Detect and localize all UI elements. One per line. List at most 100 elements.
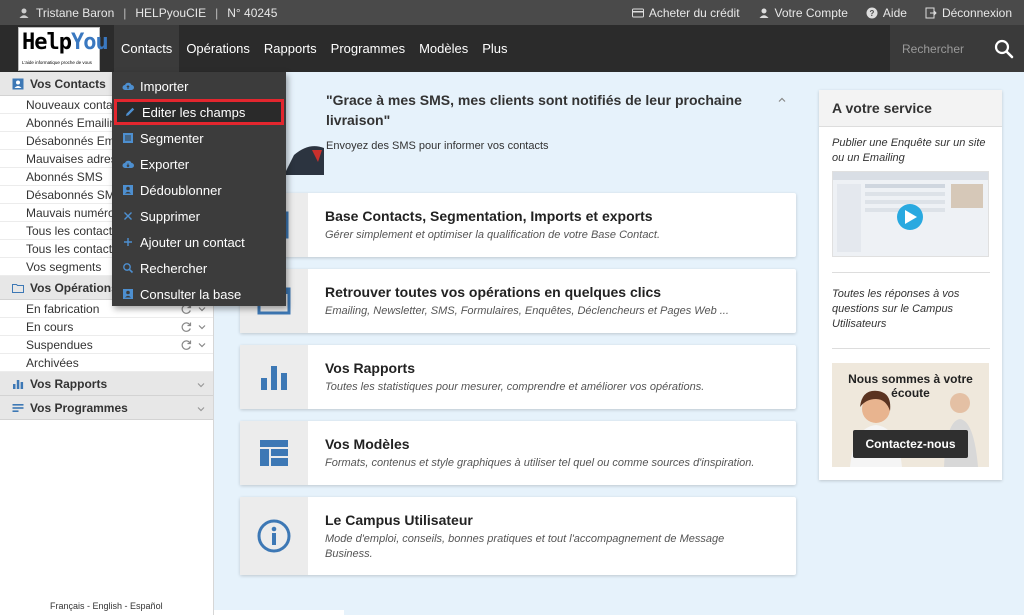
logout-icon: [925, 7, 937, 18]
card-description: Gérer simplement et optimiser la qualifi…: [325, 229, 661, 241]
video-thumbnail[interactable]: [832, 171, 989, 257]
nav-menu: Contacts Opérations Rapports Programmes …: [114, 25, 515, 72]
refresh-icon[interactable]: [180, 321, 192, 333]
search-icon: [123, 263, 134, 274]
nav-operations[interactable]: Opérations: [179, 25, 257, 72]
menu-item-edit-fields[interactable]: Editer les champs: [114, 99, 284, 125]
user-icon: [19, 8, 29, 18]
search-input[interactable]: [890, 25, 990, 72]
card-campus[interactable]: Le Campus Utilisateur Mode d'emploi, con…: [240, 497, 796, 575]
sidebar-item[interactable]: En cours: [0, 318, 213, 336]
promo-banner: "Grace à mes SMS, mes clients sont notif…: [240, 80, 796, 186]
contact-card-icon: [123, 289, 133, 299]
refresh-icon[interactable]: [180, 339, 192, 351]
search-icon[interactable]: [994, 39, 1014, 59]
info-icon: [257, 519, 291, 553]
list-icon: [123, 133, 133, 143]
sidebar-item[interactable]: Suspendues: [0, 336, 213, 354]
card-templates[interactable]: Vos Modèles Formats, contenus et style g…: [240, 421, 796, 485]
lang-french[interactable]: Français: [50, 601, 85, 611]
menu-item-import[interactable]: Importer: [112, 73, 286, 99]
card-description: Mode d'emploi, conseils, bonnes pratique…: [325, 533, 725, 560]
sidebar-section-reports[interactable]: Vos Rapports: [0, 372, 213, 396]
card-title: Vos Rapports: [325, 360, 415, 376]
folder-icon: [12, 283, 24, 293]
campus-link[interactable]: Toutes les réponses à vos questions sur …: [832, 287, 990, 332]
company-name: HELPyouCIE: [135, 5, 207, 20]
card-title: Le Campus Utilisateur: [325, 512, 473, 528]
nav-programmes[interactable]: Programmes: [324, 25, 412, 72]
x-icon: [124, 212, 132, 220]
pencil-icon: [126, 107, 135, 116]
chevron-down-icon: [197, 407, 205, 412]
menu-item-add-contact[interactable]: Ajouter un contact: [112, 229, 286, 255]
help-link[interactable]: ? Aide: [866, 6, 907, 20]
main-content: "Grace à mes SMS, mes clients sont notif…: [214, 72, 1024, 615]
lang-spanish[interactable]: Español: [130, 601, 163, 611]
contact-banner: Nous sommes à votre écoute Contactez-nou…: [832, 363, 989, 467]
menu-item-segment[interactable]: Segmenter: [112, 125, 286, 151]
logo-tagline: L'aide informatique proche de vous: [22, 60, 92, 65]
chevron-down-icon[interactable]: [196, 339, 208, 351]
person-illustration: [284, 146, 324, 175]
bar-chart-icon: [13, 379, 24, 389]
chevron-down-icon: [197, 383, 205, 388]
top-bar: Tristane Baron | HELPyouCIE | N° 40245 A…: [0, 0, 1024, 25]
sidebar-section-programs[interactable]: Vos Programmes: [0, 396, 213, 420]
service-panel: A votre service Publier une Enquête sur …: [819, 90, 1002, 480]
contact-card-icon: [123, 185, 133, 195]
nav-modeles[interactable]: Modèles: [412, 25, 475, 72]
card-description: Emailing, Newsletter, SMS, Formulaires, …: [325, 305, 729, 317]
nav-rapports[interactable]: Rapports: [257, 25, 324, 72]
bottom-strip: [214, 610, 344, 615]
menu-item-delete[interactable]: Supprimer: [112, 203, 286, 229]
separator: |: [123, 5, 127, 20]
card-title: Base Contacts, Segmentation, Imports et …: [325, 208, 653, 224]
user-name: Tristane Baron: [36, 5, 115, 20]
card-description: Toutes les statistiques pour mesurer, co…: [325, 381, 705, 393]
layout-icon: [260, 440, 288, 466]
card-description: Formats, contenus et style graphiques à …: [325, 457, 755, 469]
promo-subtitle: Envoyez des SMS pour informer vos contac…: [326, 140, 549, 152]
chevron-up-icon[interactable]: [776, 94, 788, 106]
lang-english[interactable]: English: [93, 601, 123, 611]
promo-quote: "Grace à mes SMS, mes clients sont notif…: [326, 92, 742, 128]
menu-item-export[interactable]: Exporter: [112, 151, 286, 177]
plus-icon: [124, 238, 132, 246]
language-switcher: Français - English - Español: [50, 601, 163, 611]
contact-title: Nous sommes à votre écoute: [848, 372, 973, 400]
account-number: N° 40245: [227, 5, 278, 20]
video-preview: [833, 172, 988, 252]
your-account-link[interactable]: Votre Compte: [758, 6, 848, 20]
buy-credit-link[interactable]: Acheter du crédit: [631, 6, 740, 20]
menu-item-browse-database[interactable]: Consulter la base: [112, 281, 286, 307]
search-box: [890, 25, 1024, 72]
contacts-dropdown-menu: Importer Editer les champs Segmenter Exp…: [112, 72, 286, 306]
card-title: Retrouver toutes vos opérations en quelq…: [325, 284, 662, 300]
cloud-upload-icon: [122, 82, 134, 90]
cloud-download-icon: [122, 160, 134, 168]
card-contacts[interactable]: Base Contacts, Segmentation, Imports et …: [240, 193, 796, 257]
svg-text:?: ?: [869, 9, 874, 18]
nav-plus[interactable]: Plus: [475, 25, 514, 72]
menu-item-search[interactable]: Rechercher: [112, 255, 286, 281]
sidebar-item[interactable]: Archivées: [0, 354, 213, 372]
card-reports[interactable]: Vos Rapports Toutes les statistiques pou…: [240, 345, 796, 409]
chevron-down-icon[interactable]: [196, 321, 208, 333]
card-operations[interactable]: Retrouver toutes vos opérations en quelq…: [240, 269, 796, 333]
bar-chart-icon: [261, 366, 287, 390]
nav-contacts[interactable]: Contacts: [114, 25, 180, 72]
user-icon: [759, 8, 769, 18]
separator: |: [215, 5, 219, 20]
program-icon: [12, 403, 24, 412]
logo[interactable]: HelpYou L'aide informatique proche de vo…: [18, 27, 109, 71]
card-title: Vos Modèles: [325, 436, 410, 452]
survey-link[interactable]: Publier une Enquête sur un site ou un Em…: [832, 136, 990, 166]
contact-card-icon: [12, 78, 24, 89]
contact-us-button[interactable]: Contactez-nous: [853, 430, 968, 458]
question-icon: ?: [866, 7, 878, 18]
logout-link[interactable]: Déconnexion: [925, 6, 1012, 20]
menu-item-deduplicate[interactable]: Dédoublonner: [112, 177, 286, 203]
credit-card-icon: [631, 8, 644, 17]
panel-title: A votre service: [819, 90, 1002, 127]
